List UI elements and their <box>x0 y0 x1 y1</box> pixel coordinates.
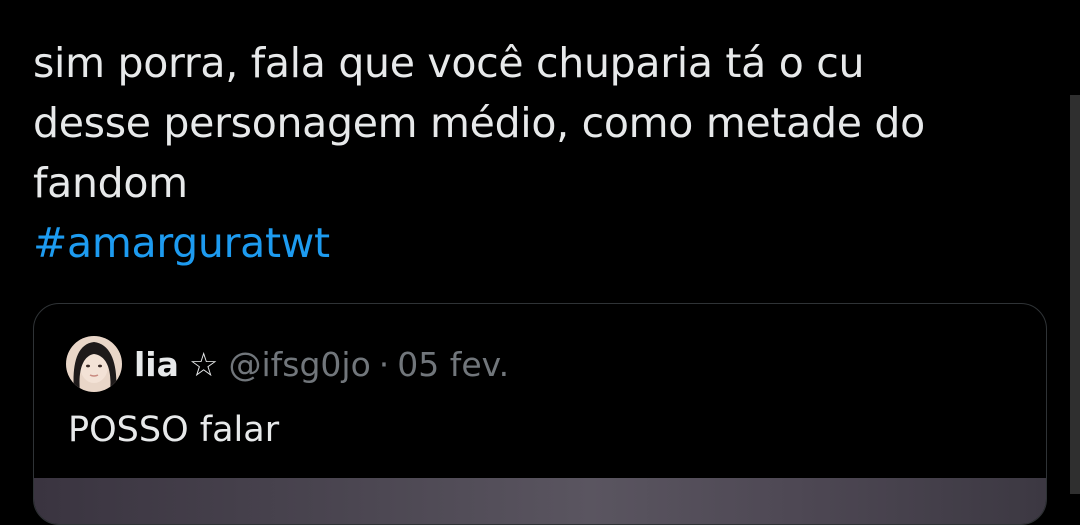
tweet-text-line: sim porra, fala que você chuparia tá o c… <box>33 39 865 87</box>
separator-dot: · <box>378 344 390 384</box>
avatar[interactable] <box>66 336 122 392</box>
hashtag-link[interactable]: #amarguratwt <box>33 213 1043 273</box>
display-name[interactable]: lia <box>134 345 179 384</box>
star-icon: ☆ <box>188 344 219 384</box>
user-handle[interactable]: @ifsg0jo <box>229 345 371 384</box>
tweet-date[interactable]: 05 fev. <box>397 345 509 384</box>
tweet-text-line: fandom <box>33 159 188 207</box>
tweet-body: sim porra, fala que você chuparia tá o c… <box>33 33 1043 273</box>
profile-photo-icon <box>66 336 122 392</box>
quoted-tweet-card[interactable]: lia ☆ @ifsg0jo · 05 fev. POSSO falar <box>33 303 1047 525</box>
scrollbar[interactable] <box>1070 95 1080 494</box>
tweet-text-line: desse personagem médio, como metade do <box>33 99 925 147</box>
quoted-tweet-header: lia ☆ @ifsg0jo · 05 fev. <box>66 334 509 394</box>
quoted-tweet-media[interactable] <box>34 478 1046 524</box>
quoted-tweet-text: POSSO falar <box>68 410 280 450</box>
